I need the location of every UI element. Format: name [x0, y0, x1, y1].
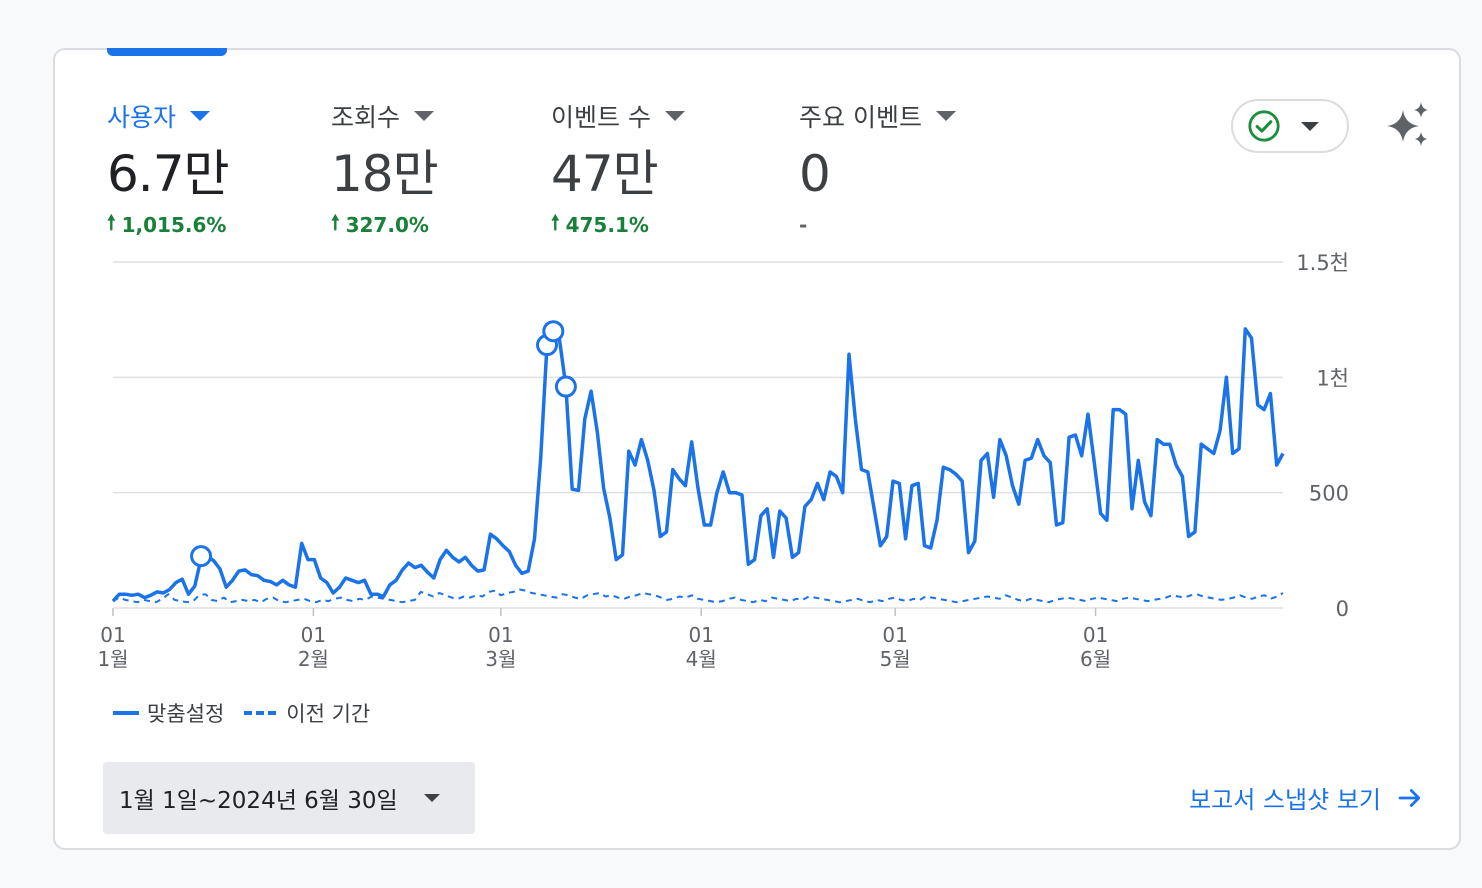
- current-period-line: [111, 327, 1285, 603]
- x-tick-month: 6월: [1080, 647, 1111, 671]
- snapshot-link-label: 보고서 스냅샷 보기: [1189, 786, 1381, 814]
- legend-dashed-line: [244, 711, 277, 715]
- previous-period-line: [112, 588, 1284, 604]
- arrow-right-icon: [1398, 788, 1421, 807]
- legend-previous: 이전 기간: [286, 702, 371, 726]
- x-tick-day: 01: [882, 623, 907, 647]
- y-tick-label: 1천: [1316, 366, 1349, 390]
- x-tick-day: 01: [689, 623, 714, 647]
- date-range-label: 1월 1일~2024년 6월 30일: [119, 788, 398, 814]
- annotation-marker: [190, 545, 213, 568]
- report-snapshot-link[interactable]: 보고서 스냅샷 보기: [1189, 780, 1425, 815]
- y-tick-label: 1.5천: [1296, 251, 1349, 275]
- annotation-marker: [542, 320, 565, 343]
- x-tick-day: 01: [1083, 623, 1108, 647]
- report-card: 사용자 6.7만 🠕 1,015.6% 조회수 18만 🠕 327.0% 이벤트…: [53, 48, 1461, 850]
- y-tick-label: 0: [1336, 597, 1349, 621]
- x-tick-month: 3월: [485, 647, 516, 671]
- date-range-selector[interactable]: 1월 1일~2024년 6월 30일: [103, 762, 475, 834]
- annotation-marker: [554, 375, 577, 398]
- chart-legend: 맞춤설정 이전 기간: [113, 698, 370, 728]
- x-tick-month: 1월: [97, 647, 128, 671]
- x-tick-month: 4월: [686, 647, 717, 671]
- y-tick-label: 500: [1309, 482, 1349, 506]
- users-line-chart: 05001천1.5천011월012월013월014월015월016월: [97, 251, 1349, 671]
- chevron-down-icon: [423, 794, 440, 802]
- legend-solid-line: [113, 711, 139, 715]
- x-tick-month: 2월: [298, 647, 329, 671]
- x-tick-month: 5월: [880, 647, 911, 671]
- x-tick-day: 01: [100, 623, 125, 647]
- x-tick-day: 01: [488, 623, 513, 647]
- legend-current: 맞춤설정: [147, 702, 225, 726]
- x-tick-day: 01: [301, 623, 326, 647]
